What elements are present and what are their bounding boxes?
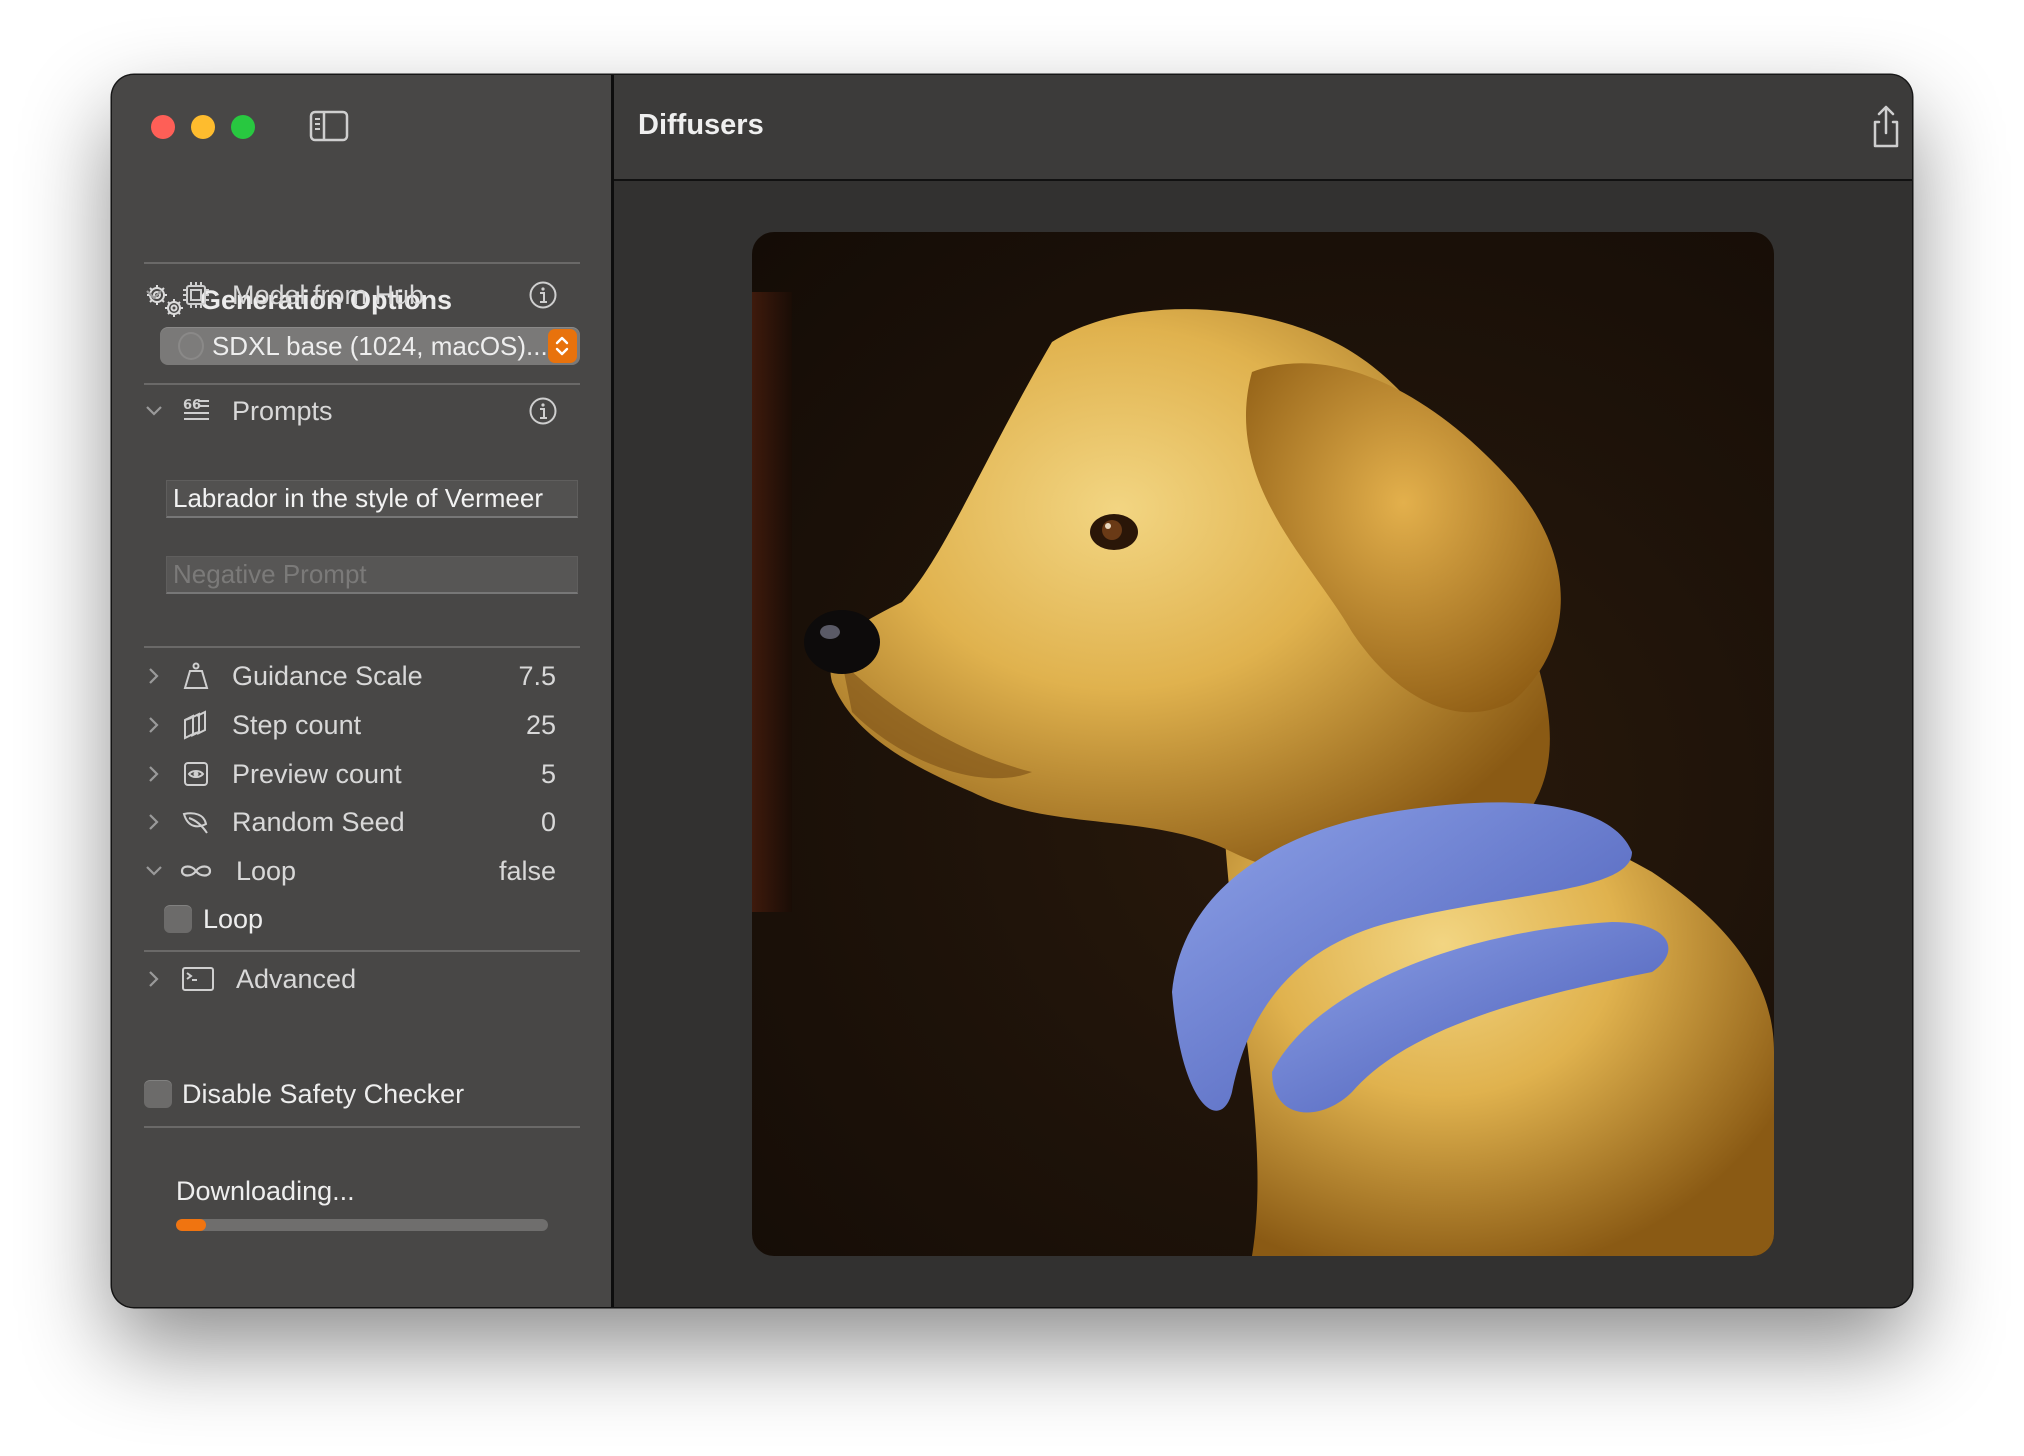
random-seed-value: 0 [540,806,556,837]
app-window: Generation Options Model from Hub SDXL b… [112,75,1912,1307]
chevron-down-icon[interactable] [140,857,168,885]
main-pane: Diffusers [614,75,1912,1307]
zoom-window-button[interactable] [231,115,255,139]
terminal-icon [178,961,218,997]
info-icon[interactable] [528,280,558,310]
download-status-text: Downloading... [176,1176,355,1206]
model-section-label: Model from Hub [232,279,425,310]
divider [144,646,580,648]
preview-count-label: Preview count [232,758,402,789]
leaf-icon [178,804,214,840]
chevron-down-icon[interactable] [140,281,168,309]
guidance-scale-row[interactable]: Guidance Scale 7.5 [140,656,580,696]
scalemass-icon [178,658,214,694]
eye-square-icon [178,756,214,792]
disable-safety-checker-checkbox[interactable] [144,1080,172,1108]
loop-checkbox[interactable] [164,905,192,933]
chevron-right-icon[interactable] [140,711,168,739]
model-picker[interactable]: SDXL base (1024, macOS)... [160,327,580,365]
disable-safety-checker-label: Disable Safety Checker [182,1079,465,1109]
chevron-up-down-icon[interactable] [547,329,577,363]
chevron-right-icon[interactable] [140,662,168,690]
download-progress-fill [176,1219,206,1231]
model-picker-value: SDXL base (1024, macOS)... [211,330,548,361]
chevron-down-icon[interactable] [140,397,168,425]
advanced-section[interactable]: Advanced [140,959,580,999]
sidebar-toggle-button[interactable] [309,110,349,142]
step-count-label: Step count [232,709,362,740]
window-title: Diffusers [638,109,764,141]
advanced-label: Advanced [236,963,357,994]
divider [144,950,580,952]
divider [144,262,580,264]
sidebar-left-icon [309,110,349,142]
preview-count-value: 5 [540,758,556,789]
sidebar: Generation Options Model from Hub SDXL b… [112,75,614,1307]
step-count-row[interactable]: Step count 25 [140,705,580,745]
random-seed-label: Random Seed [232,806,405,837]
chevron-right-icon[interactable] [140,760,168,788]
guidance-scale-value: 7.5 [518,660,556,691]
model-from-hub-section[interactable]: Model from Hub [140,275,580,315]
divider [144,1126,580,1128]
step-count-value: 25 [525,709,556,740]
loop-row[interactable]: Loop false [140,851,580,891]
prompts-section[interactable]: 66 Prompts [140,391,580,431]
chevron-right-icon[interactable] [140,965,168,993]
infinity-icon [178,853,214,889]
preview-count-row[interactable]: Preview count 5 [140,754,580,794]
download-progress-bar [176,1219,548,1231]
toolbar: Diffusers [614,75,1912,181]
random-seed-row[interactable]: Random Seed 0 [140,802,580,842]
minimize-window-button[interactable] [191,115,215,139]
chevron-right-icon[interactable] [140,808,168,836]
image-canvas [614,181,1912,1307]
close-window-button[interactable] [151,115,175,139]
square-stack-icon [178,707,214,743]
divider [144,383,580,385]
loop-value: false [498,855,556,886]
generated-image-artwork [752,292,1774,1256]
share-button[interactable] [1866,103,1906,151]
prompts-section-label: Prompts [232,395,333,426]
square-and-arrow-up-icon [1873,105,1899,148]
prompt-input[interactable]: Labrador in the style of Vermeer [166,480,578,518]
cpu-icon [178,277,214,313]
generated-image[interactable] [752,232,1774,1256]
loading-indicator-icon [178,332,204,360]
text-quote-icon: 66 [178,393,214,429]
info-icon[interactable] [528,396,558,426]
loop-label: Loop [236,855,297,886]
loop-checkbox-label: Loop [203,904,264,934]
guidance-scale-label: Guidance Scale [232,660,423,691]
negative-prompt-input[interactable]: Negative Prompt [166,556,578,594]
